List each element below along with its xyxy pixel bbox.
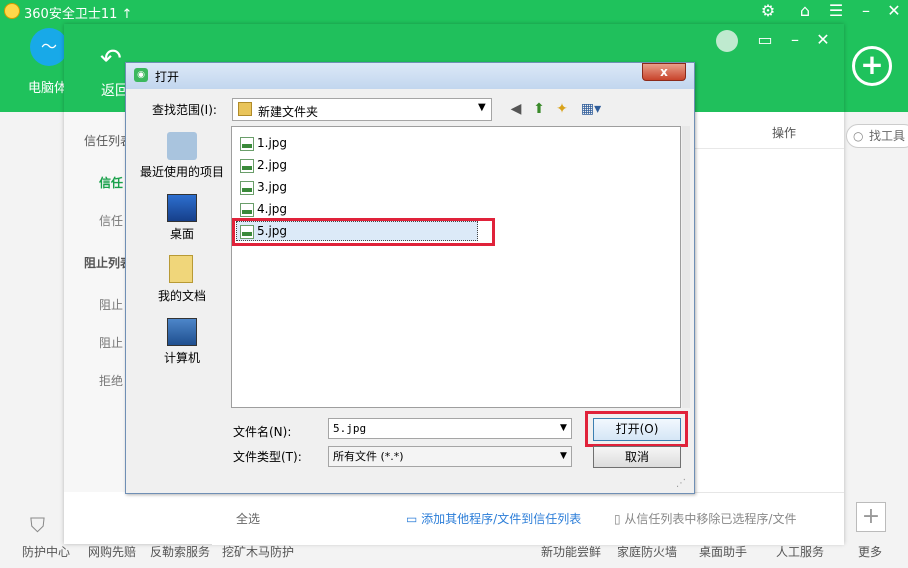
- add-more-button[interactable]: +: [856, 502, 886, 532]
- jpeg-file-icon: [240, 136, 254, 151]
- select-all-button[interactable]: 全选: [236, 510, 260, 527]
- dialog-close-button[interactable]: x: [642, 63, 686, 81]
- feedback-icon[interactable]: ▭: [756, 30, 774, 49]
- close-icon[interactable]: ✕: [884, 2, 904, 20]
- bottom-item-human-service[interactable]: 人工服务: [776, 543, 824, 560]
- search-placeholder: 找工具: [869, 129, 906, 143]
- shield-check-icon[interactable]: ⛉: [30, 513, 54, 539]
- bottom-item-anti-ransomware[interactable]: 反勒索服务: [150, 543, 210, 560]
- up-folder-icon[interactable]: ⬆: [531, 101, 547, 117]
- sidebar-item-trust-2[interactable]: 信任: [99, 212, 123, 229]
- place-my-documents[interactable]: 我的文档: [135, 287, 229, 304]
- open-button-annotation-box: [585, 411, 688, 447]
- view-menu-icon[interactable]: ▦▾: [578, 101, 604, 117]
- app-title: 360安全卫士11 ↑: [24, 7, 133, 22]
- bottom-item-shopping-compensation[interactable]: 网购先赔: [88, 543, 136, 560]
- minimize-icon[interactable]: –: [856, 2, 876, 20]
- jpeg-file-icon: [240, 158, 254, 173]
- sidebar-item-block-1[interactable]: 阻止: [99, 296, 123, 313]
- look-in-label: 查找范围(I):: [152, 103, 217, 117]
- computer-check-icon[interactable]: 〜: [30, 28, 68, 66]
- sidebar-item-trust-1[interactable]: 信任: [99, 174, 123, 191]
- add-file-icon: ▭: [406, 512, 422, 526]
- chevron-down-icon[interactable]: ▼: [478, 102, 486, 113]
- file-name: 4.jpg: [257, 202, 288, 216]
- place-computer[interactable]: 计算机: [135, 349, 229, 366]
- file-item[interactable]: 2.jpg: [240, 156, 287, 174]
- add-tool-button[interactable]: +: [852, 46, 892, 86]
- remove-from-trust-label: 从信任列表中移除已选程序/文件: [624, 512, 797, 526]
- desktop-icon: [167, 194, 197, 222]
- menu-icon[interactable]: ☰: [826, 2, 846, 20]
- file-item[interactable]: 4.jpg: [240, 200, 287, 218]
- jpeg-file-icon: [240, 180, 254, 195]
- bottom-item-family-firewall[interactable]: 家庭防火墙: [617, 543, 677, 560]
- cancel-button[interactable]: 取消: [593, 446, 681, 468]
- folder-icon: [238, 102, 252, 116]
- documents-folder-icon: [169, 255, 193, 283]
- filetype-select[interactable]: 所有文件 (*.*): [328, 446, 572, 467]
- tool-label-computer-check[interactable]: 电脑体: [28, 77, 67, 96]
- search-icon: ○: [853, 129, 864, 143]
- filename-input[interactable]: 5.jpg: [328, 418, 572, 439]
- inner-minimize-icon[interactable]: –: [786, 30, 804, 49]
- add-to-trust-link[interactable]: ▭ 添加其他程序/文件到信任列表: [406, 510, 581, 527]
- bottom-item-desktop-assistant[interactable]: 桌面助手: [699, 543, 747, 560]
- dialog-title-bar: [126, 63, 694, 89]
- bottom-item-protection-center[interactable]: 防护中心: [22, 543, 70, 560]
- filename-label: 文件名(N):: [233, 425, 292, 439]
- operation-column-header: 操作: [772, 126, 797, 140]
- filetype-label: 文件类型(T):: [233, 450, 302, 464]
- file-name: 2.jpg: [257, 158, 288, 172]
- 360-logo-icon: [4, 3, 20, 19]
- selected-file-annotation-box: [232, 218, 495, 246]
- place-recent-items[interactable]: 最近使用的项目: [135, 163, 229, 180]
- bottom-item-new-features[interactable]: 新功能尝鲜: [541, 543, 601, 560]
- back-nav-icon[interactable]: ◀: [508, 101, 524, 117]
- place-desktop[interactable]: 桌面: [135, 225, 229, 242]
- inner-close-icon[interactable]: ✕: [814, 30, 832, 49]
- look-in-value: 新建文件夹: [258, 105, 319, 119]
- new-folder-icon[interactable]: ✦: [554, 101, 570, 117]
- recent-items-icon: [167, 132, 197, 160]
- jpeg-file-icon: [240, 202, 254, 217]
- file-list[interactable]: [231, 126, 681, 408]
- sidebar-item-block-2[interactable]: 阻止: [99, 334, 123, 351]
- back-arrow-icon[interactable]: ↶: [100, 44, 122, 74]
- skin-medal-icon[interactable]: ⚙: [758, 2, 778, 20]
- filetype-chevron-down-icon[interactable]: ▼: [560, 451, 567, 461]
- shirt-icon[interactable]: ⌂: [795, 2, 815, 20]
- file-name: 1.jpg: [257, 136, 288, 150]
- bottom-item-more[interactable]: 更多: [858, 543, 882, 560]
- remove-from-trust-link[interactable]: ▯ 从信任列表中移除已选程序/文件: [614, 510, 796, 527]
- dialog-title: 打开: [155, 70, 180, 84]
- file-name: 3.jpg: [257, 180, 288, 194]
- resize-grip-icon[interactable]: ⋰: [676, 478, 686, 489]
- computer-icon: [167, 318, 197, 346]
- file-list-scrollbar[interactable]: [682, 126, 690, 408]
- add-to-trust-label: 添加其他程序/文件到信任列表: [421, 512, 582, 526]
- trash-icon: ▯: [614, 512, 625, 526]
- dialog-app-icon: ◉: [134, 68, 148, 82]
- sidebar-item-block-3[interactable]: 拒绝: [99, 372, 123, 389]
- file-item[interactable]: 3.jpg: [240, 178, 287, 196]
- bottom-item-mining-trojan[interactable]: 挖矿木马防护: [222, 543, 294, 560]
- file-item[interactable]: 1.jpg: [240, 134, 287, 152]
- filename-chevron-down-icon[interactable]: ▼: [560, 423, 567, 433]
- medal-icon[interactable]: [716, 30, 738, 52]
- tool-search-input[interactable]: ○ 找工具: [846, 124, 908, 148]
